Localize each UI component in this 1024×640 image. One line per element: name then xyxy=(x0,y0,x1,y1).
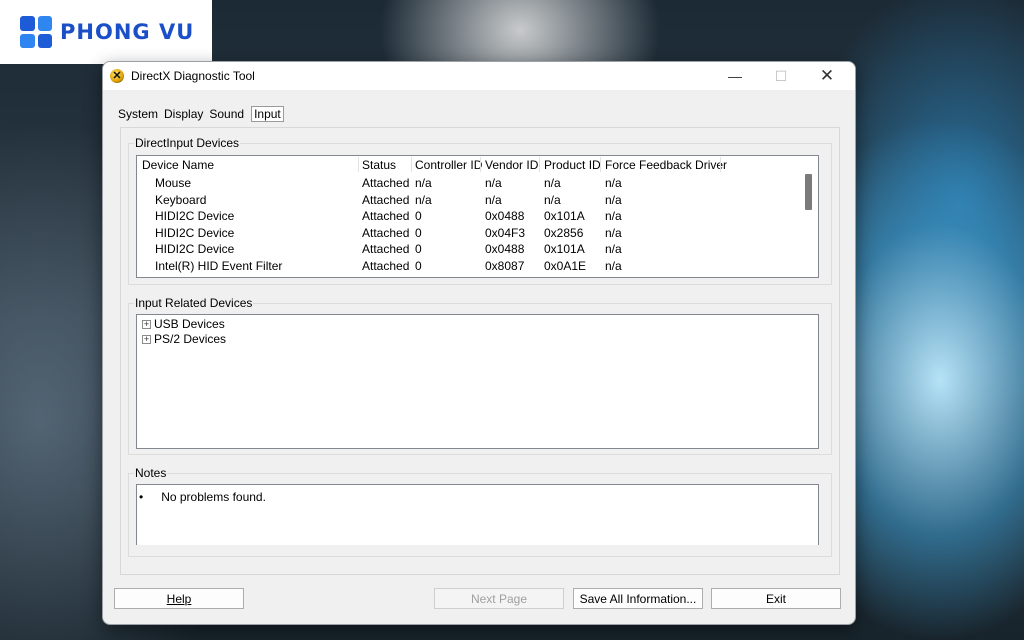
table-row[interactable]: Keyboard Attached n/a n/a n/a n/a xyxy=(137,192,818,208)
col-device-name[interactable]: Device Name xyxy=(142,158,214,172)
cell-vendor-id: 0x0488 xyxy=(485,242,525,256)
cell-force-feedback: n/a xyxy=(605,226,622,240)
cell-device-name: HIDI2C Device xyxy=(155,242,235,256)
cell-controller-id: 0 xyxy=(415,226,422,240)
col-force-feedback[interactable]: Force Feedback Driver xyxy=(605,158,727,172)
cell-force-feedback: n/a xyxy=(605,259,622,273)
cell-force-feedback: n/a xyxy=(605,242,622,256)
tab-strip: System Display Sound Input xyxy=(117,106,284,122)
directinput-header: Device Name Status Controller ID Vendor … xyxy=(137,156,818,172)
tree-item-label: USB Devices xyxy=(154,317,225,331)
directinput-label: DirectInput Devices xyxy=(134,136,241,150)
tab-display[interactable]: Display xyxy=(163,106,204,122)
cell-product-id: n/a xyxy=(544,193,561,207)
cell-force-feedback: n/a xyxy=(605,176,622,190)
cell-controller-id: 0 xyxy=(415,259,422,273)
cell-status: Attached xyxy=(362,209,410,223)
vertical-scrollbar-thumb[interactable] xyxy=(805,174,812,210)
directinput-group: DirectInput Devices Device Name Status C… xyxy=(128,136,832,285)
cell-status: Attached xyxy=(362,226,410,240)
bullet-icon: • xyxy=(139,490,144,504)
exit-button[interactable]: Exit xyxy=(711,588,841,609)
notes-group: Notes • No problems found. xyxy=(128,466,832,557)
cell-vendor-id: 0x0488 xyxy=(485,209,525,223)
table-row[interactable]: HIDI2C Device Attached 0 0x0488 0x101A n… xyxy=(137,241,818,257)
cell-product-id: 0x101A xyxy=(544,209,585,223)
cell-device-name: Mouse xyxy=(155,176,192,190)
note-text: No problems found. xyxy=(161,490,266,504)
tree-item-label: PS/2 Devices xyxy=(154,332,227,346)
cell-device-name: HIDI2C Device xyxy=(155,209,235,223)
directinput-list[interactable]: Device Name Status Controller ID Vendor … xyxy=(136,155,819,278)
cell-product-id: 0x2856 xyxy=(544,226,584,240)
cell-product-id: 0x0A1E xyxy=(544,259,587,273)
cell-status: Attached xyxy=(362,242,410,256)
cell-vendor-id: n/a xyxy=(485,176,502,190)
tree-item-usb-devices[interactable]: + USB Devices xyxy=(142,317,225,332)
cell-controller-id: 0 xyxy=(415,242,422,256)
window-title: DirectX Diagnostic Tool xyxy=(131,69,255,83)
tab-system[interactable]: System xyxy=(117,106,159,122)
col-controller-id[interactable]: Controller ID xyxy=(415,158,482,172)
table-row[interactable]: Mouse Attached n/a n/a n/a n/a xyxy=(137,175,818,191)
notes-box[interactable]: • No problems found. xyxy=(136,484,819,545)
cell-controller-id: 0 xyxy=(415,209,422,223)
minimize-button[interactable]: — xyxy=(712,64,758,88)
dxdiag-window: ✕ DirectX Diagnostic Tool — ☐ ✕ System D… xyxy=(102,61,856,625)
tab-input[interactable]: Input xyxy=(251,106,284,122)
expand-icon[interactable]: + xyxy=(142,335,151,344)
cell-vendor-id: 0x8087 xyxy=(485,259,525,273)
table-row[interactable]: HIDI2C Device Attached 0 0x0488 0x101A n… xyxy=(137,208,818,224)
cell-device-name: HIDI2C Device xyxy=(155,226,235,240)
cell-controller-id: n/a xyxy=(415,176,432,190)
note-item: • No problems found. xyxy=(139,490,266,504)
exit-label: Exit xyxy=(765,592,786,606)
help-button[interactable]: Help xyxy=(114,588,244,609)
cell-controller-id: n/a xyxy=(415,193,432,207)
title-bar[interactable]: ✕ DirectX Diagnostic Tool — ☐ ✕ xyxy=(103,62,855,90)
col-status[interactable]: Status xyxy=(362,158,396,172)
input-related-tree[interactable]: + USB Devices + PS/2 Devices xyxy=(136,314,819,449)
input-related-group: Input Related Devices + USB Devices + PS… xyxy=(128,296,832,455)
tab-panel: DirectInput Devices Device Name Status C… xyxy=(120,127,840,575)
expand-icon[interactable]: + xyxy=(142,320,151,329)
tree-item-ps2-devices[interactable]: + PS/2 Devices xyxy=(142,332,226,347)
cell-product-id: n/a xyxy=(544,176,561,190)
logo-mark-icon xyxy=(20,16,52,48)
col-vendor-id[interactable]: Vendor ID xyxy=(485,158,538,172)
cell-force-feedback: n/a xyxy=(605,193,622,207)
logo-text: PHONG VU xyxy=(60,20,195,44)
table-row[interactable]: Intel(R) HID Event Filter Attached 0 0x8… xyxy=(137,258,818,274)
maximize-button[interactable]: ☐ xyxy=(758,64,804,88)
table-row[interactable]: HIDI2C Device Attached 0 0x04F3 0x2856 n… xyxy=(137,225,818,241)
cell-force-feedback: n/a xyxy=(605,209,622,223)
cell-product-id: 0x101A xyxy=(544,242,585,256)
cell-status: Attached xyxy=(362,193,410,207)
next-page-label: Next Page xyxy=(470,592,528,606)
cell-vendor-id: 0x04F3 xyxy=(485,226,526,240)
save-all-information-button[interactable]: Save All Information... xyxy=(573,588,703,609)
input-related-label: Input Related Devices xyxy=(134,296,254,310)
next-page-button[interactable]: Next Page xyxy=(434,588,564,609)
cell-status: Attached xyxy=(362,259,410,273)
directx-icon: ✕ xyxy=(110,69,124,83)
close-button[interactable]: ✕ xyxy=(804,64,850,88)
cell-status: Attached xyxy=(362,176,410,190)
notes-label: Notes xyxy=(134,466,168,480)
col-product-id[interactable]: Product ID xyxy=(544,158,601,172)
tab-sound[interactable]: Sound xyxy=(208,106,245,122)
help-label: Help xyxy=(166,592,192,606)
cell-device-name: Keyboard xyxy=(155,193,207,207)
save-all-label: Save All Information... xyxy=(579,592,697,606)
cell-vendor-id: n/a xyxy=(485,193,502,207)
phong-vu-logo: PHONG VU xyxy=(0,0,212,64)
cell-device-name: Intel(R) HID Event Filter xyxy=(155,259,283,273)
